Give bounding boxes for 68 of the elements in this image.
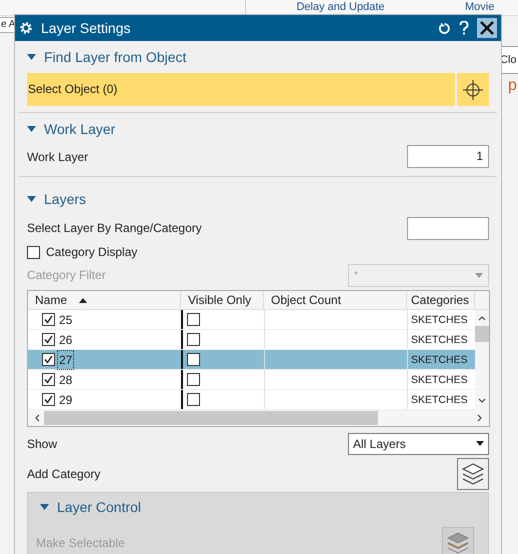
table-cell-text: 29	[58, 392, 74, 408]
visible-only-checkbox[interactable]	[187, 333, 200, 346]
show-dropdown[interactable]: All Layers	[348, 432, 489, 454]
settings-icon	[19, 21, 33, 35]
table-row[interactable]: 26 SKETCHES	[28, 330, 475, 350]
table-row[interactable]: 25 SKETCHES	[28, 310, 475, 330]
table-cell-text: SKETCHES	[411, 352, 468, 368]
dropdown-arrow-icon	[476, 441, 484, 446]
add-category-button[interactable]	[457, 458, 489, 490]
table-cell-text: SKETCHES	[411, 392, 468, 408]
help-icon[interactable]	[459, 21, 469, 35]
visible-only-checkbox[interactable]	[187, 313, 200, 326]
column-header[interactable]: Object Count	[264, 291, 407, 309]
table-cell-text: 26	[58, 332, 74, 348]
column-header[interactable]: Visible Only	[181, 291, 264, 309]
layer-checkbox[interactable]	[42, 333, 55, 346]
vertical-scrollbar[interactable]	[475, 310, 489, 410]
column-header[interactable]: Name	[28, 291, 181, 309]
table-cell-text: SKETCHES	[411, 312, 468, 328]
horizontal-scrollbar[interactable]	[28, 410, 489, 426]
table-cell-text: SKETCHES	[411, 332, 468, 348]
caret-icon	[27, 126, 36, 132]
window-title: Layer Settings	[41, 18, 132, 38]
crosshair-button[interactable]	[457, 73, 489, 106]
crosshair-icon	[463, 80, 483, 100]
visible-only-checkbox[interactable]	[187, 353, 200, 366]
section-header[interactable]: Layer Control	[32, 495, 484, 519]
checkbox-label[interactable]: Category Display	[46, 243, 138, 261]
table-cell-text: SKETCHES	[411, 372, 468, 388]
visible-only-checkbox[interactable]	[187, 393, 200, 406]
caret-icon	[40, 504, 49, 510]
field-label: Work Layer	[27, 148, 88, 166]
table-row[interactable]: 27 SKETCHES	[28, 350, 475, 370]
layers-icon	[446, 531, 470, 554]
category-display-checkbox[interactable]	[27, 246, 40, 258]
field-label: Category Filter	[27, 267, 106, 284]
column-header[interactable]: Categories	[407, 291, 475, 309]
dropdown-arrow-icon	[475, 272, 483, 278]
field-label: Show	[27, 436, 58, 452]
section-header[interactable]: Work Layer	[19, 117, 497, 141]
select-object-field[interactable]: Select Object (0)	[27, 73, 455, 106]
range-input[interactable]	[407, 216, 489, 240]
table-row[interactable]: 28 SKETCHES	[28, 370, 475, 390]
field-label: Select Layer By Range/Category	[27, 220, 202, 237]
section-header[interactable]: Find Layer from Object	[19, 45, 497, 69]
caret-icon	[27, 54, 36, 60]
table-row[interactable]: 29 SKETCHES	[28, 390, 475, 410]
table-cell-text: 28	[58, 372, 74, 388]
work-layer-input[interactable]: 1	[407, 145, 489, 168]
layer-checkbox[interactable]	[42, 393, 55, 406]
layer-checkbox[interactable]	[42, 373, 55, 386]
toolbar-label[interactable]: Movie	[465, 0, 494, 14]
table-cell-text: 25	[58, 312, 74, 328]
background-text: p	[508, 76, 517, 96]
field-label: Add Category	[27, 466, 100, 483]
reset-icon[interactable]	[438, 22, 451, 34]
field-label: Make Selectable	[36, 535, 125, 552]
visible-only-checkbox[interactable]	[187, 373, 200, 386]
close-icon	[480, 21, 494, 35]
layer-checkbox[interactable]	[42, 353, 55, 366]
caret-icon	[27, 196, 36, 202]
scroll-thumb[interactable]	[475, 326, 489, 342]
close-button[interactable]	[477, 18, 497, 38]
scroll-thumb[interactable]	[44, 411, 378, 425]
sort-ascending-icon	[79, 298, 88, 302]
layers-icon	[461, 462, 485, 486]
section-header[interactable]: Layers	[19, 187, 497, 211]
layer-checkbox[interactable]	[42, 313, 55, 326]
